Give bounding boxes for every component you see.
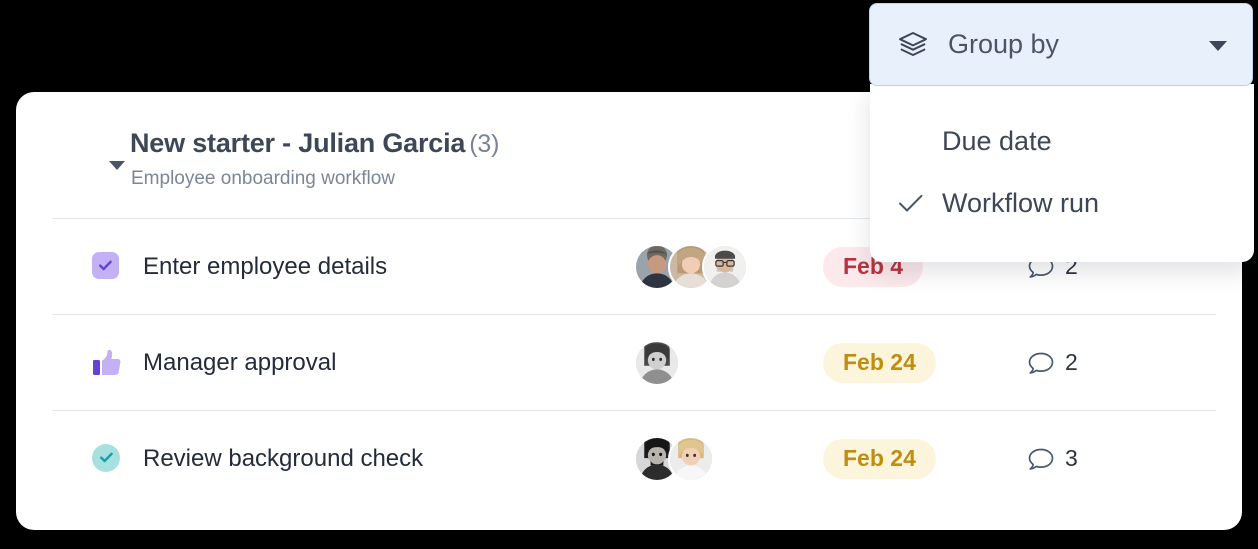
table-row[interactable]: Review background check Feb 24 3 — [52, 410, 1216, 506]
thumbs-up-icon[interactable] — [92, 348, 122, 378]
group-task-count: (3) — [469, 130, 500, 158]
group-by-button[interactable]: Group by — [869, 3, 1253, 86]
menu-item-due-date[interactable]: Due date — [870, 110, 1254, 172]
comment-count: 2 — [1065, 349, 1078, 375]
caret-down-icon[interactable] — [106, 154, 128, 176]
page-title: New starter - Julian Garcia (3) — [130, 128, 499, 159]
menu-item-label: Workflow run — [942, 187, 1100, 218]
comment-count: 3 — [1065, 445, 1078, 471]
task-name: Enter employee details — [143, 252, 388, 280]
menu-item-workflow-run[interactable]: Workflow run — [870, 172, 1254, 234]
avatar[interactable] — [668, 435, 714, 482]
due-date-label: Feb 24 — [843, 349, 916, 375]
task-name: Review background check — [143, 444, 424, 472]
screenshot-root: New starter - Julian Garcia (3) Employee … — [0, 0, 1258, 549]
avatar[interactable] — [634, 339, 680, 386]
task-name: Manager approval — [143, 348, 337, 376]
avatar[interactable] — [702, 243, 748, 290]
due-date-label: Feb 24 — [843, 445, 916, 471]
avatar-group[interactable] — [634, 339, 680, 386]
chevron-down-icon[interactable] — [1206, 33, 1230, 57]
group-by-dropdown-menu: Due date Workflow run — [870, 84, 1254, 262]
status-badge: Feb 24 — [823, 342, 936, 383]
comment-icon — [1027, 445, 1055, 473]
comment-indicator[interactable]: 3 — [1027, 445, 1078, 473]
group-subtitle: Employee onboarding workflow — [131, 168, 396, 189]
comment-indicator[interactable]: 2 — [1027, 349, 1078, 377]
avatar-group[interactable] — [634, 435, 714, 482]
comment-icon — [1027, 349, 1055, 377]
check-icon — [898, 193, 942, 213]
group-by-label: Group by — [948, 29, 1060, 59]
check-circle-icon[interactable] — [92, 443, 122, 474]
avatar-group[interactable] — [634, 243, 748, 290]
status-badge: Feb 24 — [823, 438, 936, 479]
table-row[interactable]: Manager approval Feb 24 2 — [52, 314, 1216, 410]
layers-icon — [898, 30, 928, 60]
group-by-control: Due date Workflow run Group by — [869, 3, 1254, 262]
group-title-text: New starter - Julian Garcia — [130, 128, 466, 158]
checkbox-checked-icon[interactable] — [92, 251, 122, 282]
menu-item-label: Due date — [942, 125, 1052, 156]
